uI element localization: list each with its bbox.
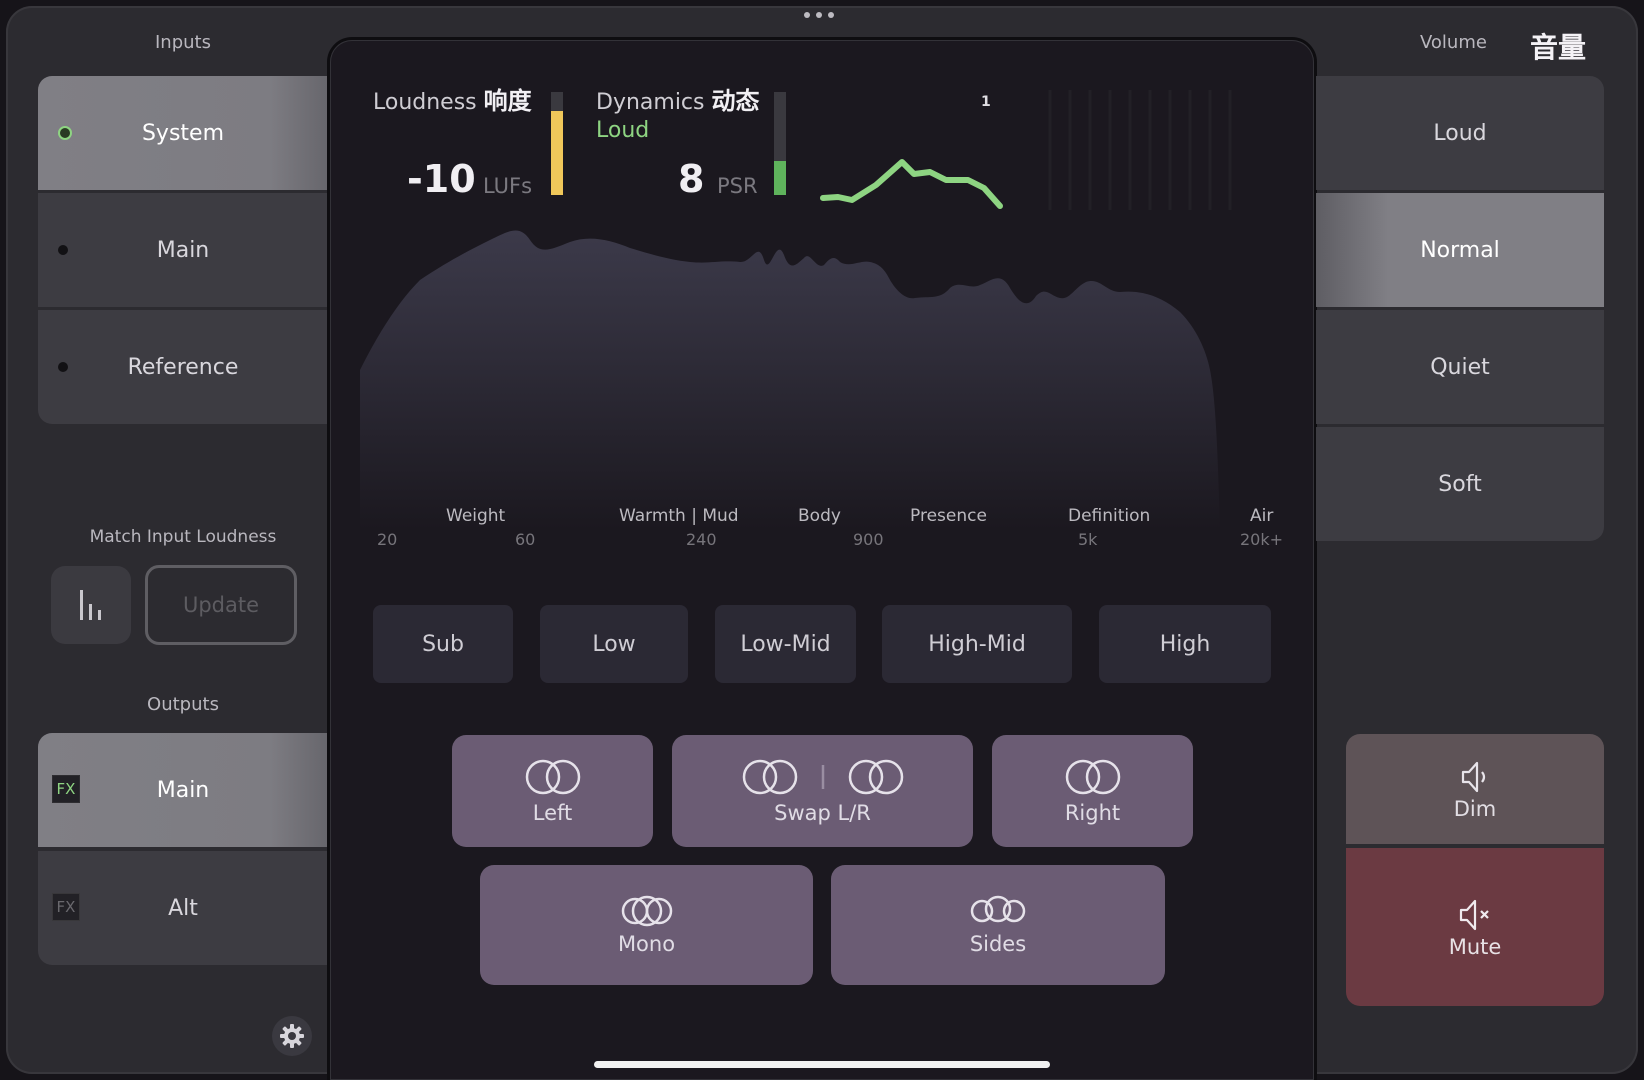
left-channel-label: Left [532, 801, 573, 825]
active-indicator-icon [58, 126, 72, 140]
dynamics-state: Loud [596, 118, 650, 143]
dynamics-history-graph [820, 159, 1003, 209]
mono-button[interactable]: Mono [480, 865, 813, 985]
gear-icon [280, 1024, 304, 1048]
band-low-button[interactable]: Low [540, 605, 688, 683]
mono-icon [621, 895, 672, 927]
input-label: Reference [127, 354, 239, 380]
fx-badge: FX [52, 893, 80, 921]
inactive-indicator-icon [58, 245, 68, 255]
band-name: Air [1250, 506, 1274, 526]
band-name: Definition [1068, 506, 1151, 526]
level-meter-button[interactable] [51, 566, 131, 644]
band-freq: 900 [853, 530, 884, 549]
dynamics-meter-fill [774, 161, 786, 195]
dim-label: Dim [1453, 797, 1497, 821]
band-high-button[interactable]: High [1099, 605, 1271, 683]
stereo-right-icon [1065, 759, 1120, 795]
inputs-title: Inputs [155, 32, 211, 53]
volume-title: Volume [1420, 32, 1487, 53]
band-name: Weight [446, 506, 506, 526]
band-name: Body [798, 506, 841, 526]
loudness-meter-fill [551, 111, 563, 195]
input-reference[interactable]: Reference [38, 310, 328, 424]
analyzer-panel: Loudness 响度 -10 LUFs Dynamics 动态 Loud 8 … [330, 40, 1314, 1080]
right-channel-button[interactable]: Right [992, 735, 1193, 847]
stereo-left-icon [525, 759, 580, 795]
volume-soft[interactable]: Soft [1316, 427, 1604, 541]
loudness-label: Loudness 响度 [373, 81, 532, 116]
swap-lr-button[interactable]: Swap L/R [672, 735, 973, 847]
dynamics-value: 8 [678, 157, 705, 201]
dim-button[interactable]: Dim [1346, 734, 1604, 844]
volume-label: Loud [1433, 120, 1487, 146]
volume-normal[interactable]: Normal [1316, 193, 1604, 307]
volume-title-cn: 音量 [1530, 31, 1587, 64]
volume-label: Normal [1420, 237, 1500, 263]
swap-lr-label: Swap L/R [774, 801, 871, 825]
loudness-label-text: Loudness [373, 90, 477, 115]
graph-marker: 1 [981, 94, 991, 110]
band-low-mid-button[interactable]: Low-Mid [715, 605, 856, 683]
band-freq: 60 [515, 530, 536, 549]
input-system[interactable]: System [38, 76, 328, 190]
loudness-value: -10 [407, 157, 476, 201]
outputs-title: Outputs [147, 694, 219, 715]
fx-badge: FX [52, 775, 80, 803]
volume-label: Quiet [1430, 354, 1490, 380]
band-freq: 5k [1078, 530, 1098, 549]
more-icon[interactable] [804, 12, 840, 24]
loudness-label-cn: 响度 [483, 86, 532, 115]
right-channel-label: Right [1064, 801, 1121, 825]
match-loudness-title: Match Input Loudness [89, 527, 277, 547]
settings-button[interactable] [272, 1016, 312, 1056]
band-freq: 240 [686, 530, 717, 549]
bars-icon [80, 590, 101, 620]
output-main[interactable]: FX Main [38, 733, 328, 847]
loudness-unit: LUFs [483, 174, 533, 198]
dynamics-label-cn: 动态 [711, 86, 760, 115]
dynamics-unit: PSR [717, 174, 758, 198]
mono-label: Mono [617, 932, 676, 956]
meter-grid-lines [1048, 90, 1232, 210]
update-button[interactable]: Update [145, 565, 297, 645]
swap-channels-icon [742, 759, 903, 795]
input-label: Main [156, 237, 210, 263]
output-label: Main [156, 777, 210, 803]
output-alt[interactable]: FX Alt [38, 851, 328, 965]
band-sub-button[interactable]: Sub [373, 605, 513, 683]
band-freq: 20 [377, 530, 398, 549]
sides-button[interactable]: Sides [831, 865, 1165, 985]
speaker-mute-icon [1459, 899, 1489, 931]
mute-label: Mute [1448, 935, 1502, 959]
loudness-meter [551, 92, 563, 195]
volume-label: Soft [1438, 471, 1482, 497]
speaker-dim-icon [1461, 761, 1486, 793]
volume-quiet[interactable]: Quiet [1316, 310, 1604, 424]
band-high-mid-button[interactable]: High-Mid [882, 605, 1072, 683]
dynamics-label-text: Dynamics [596, 90, 705, 115]
spectrum-display [360, 230, 1220, 530]
input-main[interactable]: Main [38, 193, 328, 307]
sides-icon [970, 895, 1026, 923]
band-freq: 20k+ [1240, 530, 1284, 549]
mute-button[interactable]: Mute [1346, 848, 1604, 1006]
home-indicator[interactable] [594, 1061, 1050, 1068]
left-channel-button[interactable]: Left [452, 735, 653, 847]
band-name: Warmth | Mud [619, 506, 739, 526]
sides-label: Sides [969, 932, 1027, 956]
dynamics-label: Dynamics 动态 [596, 81, 760, 116]
band-name: Presence [910, 506, 987, 526]
output-label: Alt [168, 895, 198, 921]
input-label: System [141, 120, 225, 146]
volume-loud[interactable]: Loud [1316, 76, 1604, 190]
dynamics-meter [774, 92, 786, 195]
inactive-indicator-icon [58, 362, 68, 372]
